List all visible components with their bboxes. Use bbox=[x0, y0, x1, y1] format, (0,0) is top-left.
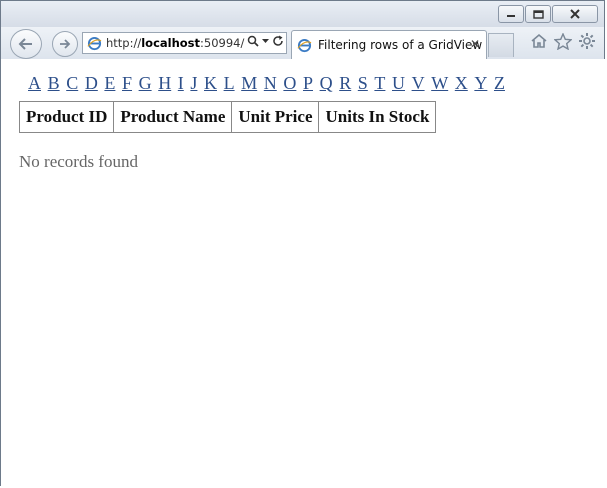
letter-link[interactable]: Q bbox=[320, 73, 333, 93]
dropdown-arrow-icon[interactable] bbox=[262, 38, 269, 44]
letter-link[interactable]: H bbox=[158, 73, 171, 93]
tab-close-button[interactable]: ✕ bbox=[470, 37, 480, 51]
back-button[interactable] bbox=[10, 29, 42, 59]
letter-link[interactable]: L bbox=[224, 73, 235, 93]
letter-link[interactable]: B bbox=[48, 73, 60, 93]
url-host: localhost bbox=[141, 36, 201, 50]
letter-link[interactable]: W bbox=[431, 73, 448, 93]
new-tab-button[interactable] bbox=[488, 33, 514, 57]
title-bar bbox=[1, 1, 604, 27]
back-arrow-icon bbox=[18, 38, 32, 50]
address-tools bbox=[245, 35, 284, 47]
forward-button[interactable] bbox=[52, 31, 78, 57]
url-scheme: http:// bbox=[106, 36, 142, 50]
page-content: ABCDEFGHIJKLMNOPQRSTUVWXYZ Product ID Pr… bbox=[9, 61, 596, 481]
letter-link[interactable]: O bbox=[283, 73, 296, 93]
refresh-icon[interactable] bbox=[272, 35, 284, 47]
letter-link[interactable]: R bbox=[339, 73, 351, 93]
tab-title: Filtering rows of a GridView bbox=[318, 38, 483, 52]
grid-header-row: Product ID Product Name Unit Price Units… bbox=[18, 101, 437, 133]
alphabet-filter: ABCDEFGHIJKLMNOPQRSTUVWXYZ bbox=[28, 73, 512, 94]
minimize-button[interactable] bbox=[498, 5, 524, 23]
letter-link[interactable]: N bbox=[264, 73, 277, 93]
address-bar[interactable]: http://localhost:50994/I bbox=[82, 32, 287, 54]
url-path: :50994/I bbox=[200, 36, 248, 50]
letter-link[interactable]: M bbox=[241, 73, 257, 93]
letter-link[interactable]: S bbox=[358, 73, 368, 93]
active-tab[interactable]: Filtering rows of a GridView ✕ bbox=[291, 30, 487, 59]
letter-link[interactable]: P bbox=[303, 73, 313, 93]
letter-link[interactable]: T bbox=[374, 73, 385, 93]
browser-window: http://localhost:50994/I Filtering rows … bbox=[0, 0, 606, 487]
letter-link[interactable]: Y bbox=[474, 73, 487, 93]
letter-link[interactable]: V bbox=[412, 73, 425, 93]
letter-link[interactable]: K bbox=[204, 73, 217, 93]
navigation-bar: http://localhost:50994/I Filtering rows … bbox=[1, 27, 604, 60]
letter-link[interactable]: U bbox=[392, 73, 405, 93]
forward-arrow-icon bbox=[60, 39, 71, 49]
gear-icon[interactable] bbox=[578, 32, 596, 50]
header-units-in-stock: Units In Stock bbox=[318, 101, 437, 133]
letter-link[interactable]: A bbox=[28, 73, 41, 93]
maximize-button[interactable] bbox=[525, 5, 551, 23]
close-icon bbox=[570, 9, 580, 19]
header-product-name: Product Name bbox=[113, 101, 233, 133]
ie-page-icon bbox=[87, 36, 102, 50]
maximize-icon bbox=[532, 9, 544, 19]
header-unit-price: Unit Price bbox=[231, 101, 320, 133]
letter-link[interactable]: Z bbox=[494, 73, 505, 93]
empty-message: No records found bbox=[19, 152, 138, 171]
letter-link[interactable]: G bbox=[139, 73, 152, 93]
minimize-icon bbox=[507, 15, 515, 17]
ie-page-icon bbox=[297, 38, 312, 52]
header-product-id: Product ID bbox=[18, 101, 115, 133]
favorites-star-icon[interactable] bbox=[554, 32, 572, 50]
letter-link[interactable]: I bbox=[178, 73, 184, 93]
home-icon[interactable] bbox=[530, 33, 548, 49]
search-icon[interactable] bbox=[247, 35, 259, 47]
letter-link[interactable]: F bbox=[122, 73, 132, 93]
letter-link[interactable]: J bbox=[190, 73, 197, 93]
toolbar-right bbox=[530, 32, 596, 50]
products-gridview: Product ID Product Name Unit Price Units… bbox=[18, 101, 437, 133]
url-text: http://localhost:50994/I bbox=[106, 36, 248, 50]
letter-link[interactable]: X bbox=[455, 73, 468, 93]
letter-link[interactable]: C bbox=[66, 73, 78, 93]
letter-link[interactable]: D bbox=[85, 73, 98, 93]
close-window-button[interactable] bbox=[552, 5, 598, 23]
letter-link[interactable]: E bbox=[104, 73, 115, 93]
